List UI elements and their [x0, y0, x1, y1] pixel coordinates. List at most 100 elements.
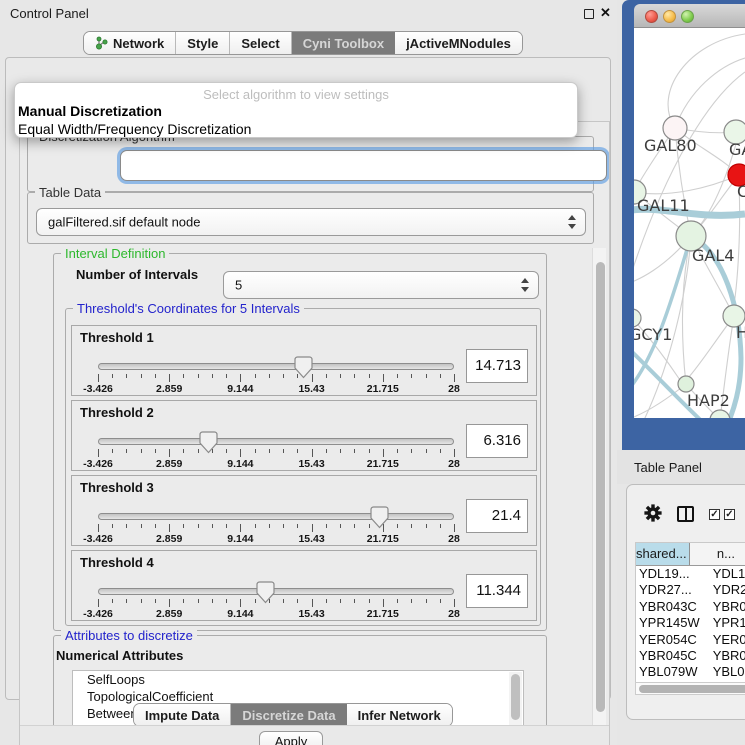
slider-track[interactable] [98, 513, 454, 520]
slider-handle[interactable] [256, 581, 275, 604]
tick-label: -3.426 [83, 383, 113, 395]
tab-style[interactable]: Style [176, 32, 230, 54]
scrollbar-thumb[interactable] [639, 685, 745, 693]
network-window-titlebar[interactable] [634, 4, 745, 28]
traffic-light-zoom-icon[interactable] [681, 10, 694, 23]
slider-handle[interactable] [199, 431, 218, 454]
tab-cyni-toolbox[interactable]: Cyni Toolbox [292, 32, 395, 54]
traffic-light-minimize-icon[interactable] [663, 10, 676, 23]
tick-mark [411, 524, 412, 528]
tick-mark [354, 449, 355, 453]
network-canvas[interactable]: GAL80GACGAL11GAL4GCY1HHAP2 [634, 28, 745, 418]
checkbox-icon[interactable]: ✓ [724, 509, 735, 520]
tick-mark [326, 599, 327, 603]
table-header-name[interactable]: n... [690, 543, 745, 565]
dropdown-option-manual[interactable]: Manual Discretization [15, 102, 577, 120]
scrollbar-thumb[interactable] [596, 262, 605, 712]
table-cell[interactable]: YER0... [707, 632, 745, 648]
table-cell[interactable]: YBR043C [636, 599, 707, 615]
scrollbar-thumb[interactable] [511, 674, 520, 720]
control-panel: Control Panel ✕ Network Style Select [0, 0, 617, 745]
tick-mark [155, 449, 156, 453]
table-row[interactable]: YBR043CYBR0... [636, 599, 745, 615]
app-root: Control Panel ✕ Network Style Select [0, 0, 745, 745]
tick-mark [340, 524, 341, 528]
network-node[interactable] [710, 410, 730, 418]
tab-jactivemnodules[interactable]: jActiveMNodules [395, 32, 522, 54]
tick-mark [198, 599, 199, 603]
table-panel: ✓ ✓ shared... n... YDL19...YDL1...YDR27.… [626, 484, 745, 720]
tick-mark [283, 524, 284, 528]
table-data-group-title: Table Data [35, 185, 105, 200]
dropdown-option-equal-width[interactable]: Equal Width/Frequency Discretization [15, 120, 577, 138]
table-cell[interactable]: YBR0... [707, 648, 745, 664]
apply-button[interactable]: Apply [259, 731, 323, 745]
table-cell[interactable]: YER054C [636, 632, 707, 648]
threshold-slider[interactable]: -3.4262.8599.14415.4321.71528 [98, 506, 454, 546]
table-cell[interactable]: YBL079W [636, 664, 707, 680]
algorithm-combo[interactable] [120, 150, 607, 181]
tick-mark [226, 524, 227, 528]
slider-track[interactable] [98, 438, 454, 445]
slider-track[interactable] [98, 363, 454, 370]
slider-handle[interactable] [294, 356, 313, 379]
tick-mark [383, 449, 384, 457]
tab-discretize-data[interactable]: Discretize Data [231, 704, 346, 726]
table-row[interactable]: YPR145WYPR1... [636, 615, 745, 631]
tick-mark [112, 599, 113, 603]
table-row[interactable]: YBL079WYBL0... [636, 664, 745, 680]
table-cell[interactable]: YDR27... [636, 582, 707, 598]
tick-label: 9.144 [227, 383, 253, 395]
network-window: GAL80GACGAL11GAL4GCY1HHAP2 [622, 0, 745, 450]
table-cell[interactable]: YPR145W [636, 615, 707, 631]
threshold-value-field[interactable]: 21.4 [466, 499, 528, 533]
tab-select[interactable]: Select [230, 32, 291, 54]
number-of-intervals-combo[interactable]: 5 [223, 271, 539, 299]
tick-mark [283, 449, 284, 453]
checkbox-icon[interactable]: ✓ [709, 509, 720, 520]
tick-label: 21.715 [367, 458, 399, 470]
tab-infer-network[interactable]: Infer Network [347, 704, 452, 726]
network-node[interactable] [678, 376, 694, 392]
threshold-row: Threshold 3 -3.4262.8599.14415.4321.7152… [71, 475, 537, 546]
table-data-combo[interactable]: galFiltered.sif default node [36, 208, 586, 236]
traffic-light-close-icon[interactable] [645, 10, 658, 23]
threshold-slider[interactable]: -3.4262.8599.14415.4321.71528 [98, 431, 454, 471]
tick-mark [454, 374, 455, 382]
table-cell[interactable]: YBR045C [636, 648, 707, 664]
tab-network[interactable]: Network [84, 32, 176, 54]
table-header-shared-name[interactable]: shared... [636, 543, 690, 565]
table-horizontal-scrollbar[interactable] [635, 682, 745, 695]
close-icon[interactable]: ✕ [600, 5, 611, 21]
threshold-slider[interactable]: -3.4262.8599.14415.4321.71528 [98, 581, 454, 621]
table-cell[interactable]: YDL19... [636, 566, 707, 582]
tick-mark [312, 524, 313, 532]
tick-mark [240, 449, 241, 457]
table-cell[interactable]: YPR1... [707, 615, 745, 631]
panel-scrollbar[interactable] [592, 248, 606, 745]
table-cell[interactable]: YBL0... [707, 664, 745, 680]
tick-mark [255, 374, 256, 378]
tick-mark [155, 599, 156, 603]
tick-mark [440, 524, 441, 528]
float-window-icon[interactable] [584, 9, 594, 19]
tab-impute-data[interactable]: Impute Data [134, 704, 231, 726]
table-row[interactable]: YDL19...YDL1... [636, 566, 745, 582]
threshold-slider[interactable]: -3.4262.8599.14415.4321.71528 [98, 356, 454, 396]
table-row[interactable]: YDR27...YDR2... [636, 582, 745, 598]
threshold-value-field[interactable]: 14.713 [466, 349, 528, 383]
table-cell[interactable]: YBR0... [707, 599, 745, 615]
attribute-list-item[interactable]: SelfLoops [73, 671, 523, 688]
threshold-value-field[interactable]: 6.316 [466, 424, 528, 458]
table-cell[interactable]: YDR2... [707, 582, 745, 598]
slider-handle[interactable] [370, 506, 389, 529]
column-browser-icon[interactable] [677, 506, 694, 522]
table-row[interactable]: YBR045CYBR0... [636, 648, 745, 664]
slider-track[interactable] [98, 588, 454, 595]
node-table[interactable]: shared... n... YDL19...YDL1...YDR27...YD… [635, 542, 745, 682]
tick-mark [169, 449, 170, 457]
gear-icon[interactable] [643, 503, 663, 528]
threshold-value-field[interactable]: 11.344 [466, 574, 528, 608]
table-row[interactable]: YER054CYER0... [636, 632, 745, 648]
table-cell[interactable]: YDL1... [707, 566, 745, 582]
